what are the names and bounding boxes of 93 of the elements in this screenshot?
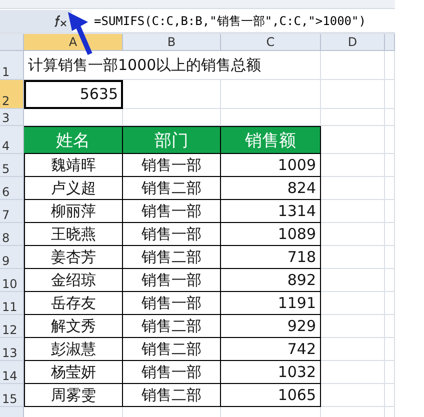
- table-cell: 销售一部: [123, 223, 221, 246]
- function-icon[interactable]: [54, 15, 68, 27]
- row-header[interactable]: 10: [0, 269, 24, 292]
- table-cell: 销售二部: [123, 338, 221, 361]
- table-cell: 卢义超: [24, 177, 123, 200]
- table-cell: 岳存友: [24, 292, 123, 315]
- table-cell: 销售一部: [123, 154, 221, 177]
- table-header-cell: 销售额: [221, 126, 321, 154]
- row-header[interactable]: 9: [0, 246, 24, 269]
- empty-cell[interactable]: [385, 109, 395, 126]
- row-header[interactable]: 12: [0, 315, 24, 338]
- table-cell: 销售一部: [123, 361, 221, 384]
- row-header[interactable]: 7: [0, 200, 24, 223]
- row-header[interactable]: 3: [0, 109, 24, 126]
- row-header[interactable]: 2: [0, 80, 24, 109]
- row-header[interactable]: 5: [0, 154, 24, 177]
- empty-cell[interactable]: [321, 200, 385, 223]
- column-header[interactable]: D: [321, 34, 385, 51]
- result-cell[interactable]: 5635: [24, 80, 123, 109]
- empty-cell[interactable]: [221, 80, 321, 109]
- table-cell: 742: [221, 338, 321, 361]
- table-cell: 1314: [221, 200, 321, 223]
- empty-cell[interactable]: [321, 177, 385, 200]
- empty-cell[interactable]: [321, 246, 385, 269]
- row-header[interactable]: 1: [0, 51, 24, 80]
- table-cell: 销售二部: [123, 177, 221, 200]
- table-cell: 解文秀: [24, 315, 123, 338]
- empty-cell[interactable]: [385, 126, 395, 154]
- empty-cell[interactable]: [321, 51, 385, 80]
- select-all-button[interactable]: [0, 34, 24, 51]
- column-header[interactable]: A: [24, 34, 123, 51]
- table-cell: 王晓燕: [24, 223, 123, 246]
- row-header[interactable]: 13: [0, 338, 24, 361]
- table-cell: 929: [221, 315, 321, 338]
- table-cell: 1009: [221, 154, 321, 177]
- empty-cell[interactable]: [385, 315, 395, 338]
- table-cell: 姜杏芳: [24, 246, 123, 269]
- table-cell: 销售二部: [123, 384, 221, 407]
- table-cell: 彭淑慧: [24, 338, 123, 361]
- empty-cell[interactable]: [321, 384, 385, 407]
- empty-cell[interactable]: [321, 361, 385, 384]
- row-header[interactable]: 4: [0, 126, 24, 154]
- table-cell: 1032: [221, 361, 321, 384]
- empty-cell[interactable]: [385, 269, 395, 292]
- empty-cell[interactable]: [321, 315, 385, 338]
- row-header[interactable]: 11: [0, 292, 24, 315]
- empty-cell[interactable]: [321, 154, 385, 177]
- table-cell: 金绍琼: [24, 269, 123, 292]
- empty-cell[interactable]: [385, 223, 395, 246]
- table-cell: 杨莹妍: [24, 361, 123, 384]
- empty-cell[interactable]: [123, 80, 221, 109]
- empty-cell[interactable]: [321, 269, 385, 292]
- empty-cell[interactable]: [321, 223, 385, 246]
- table-cell: 824: [221, 177, 321, 200]
- table-cell: 销售一部: [123, 292, 221, 315]
- arrow: [66, 11, 94, 55]
- name-box[interactable]: [0, 10, 72, 32]
- table-cell: 销售一部: [123, 200, 221, 223]
- row-header[interactable]: [0, 407, 24, 417]
- table-cell: 魏靖晖: [24, 154, 123, 177]
- empty-cell[interactable]: [385, 384, 395, 407]
- table-cell: 718: [221, 246, 321, 269]
- row-header[interactable]: 6: [0, 177, 24, 200]
- empty-cell[interactable]: [385, 80, 395, 109]
- table-cell: 柳丽萍: [24, 200, 123, 223]
- empty-cell[interactable]: [385, 200, 395, 223]
- empty-cell[interactable]: [385, 246, 395, 269]
- column-header[interactable]: B: [123, 34, 221, 51]
- empty-cell[interactable]: [385, 338, 395, 361]
- empty-cell[interactable]: [321, 80, 385, 109]
- cell-text: 计算销售一部1000以上的销售总额: [28, 56, 262, 74]
- table-cell: 周雾雯: [24, 384, 123, 407]
- empty-cell[interactable]: [385, 292, 395, 315]
- table-cell: 1089: [221, 223, 321, 246]
- column-header[interactable]: [385, 34, 395, 51]
- row-header[interactable]: 8: [0, 223, 24, 246]
- empty-cell[interactable]: [385, 177, 395, 200]
- row-header[interactable]: 14: [0, 361, 24, 384]
- empty-cell[interactable]: [385, 361, 395, 384]
- column-header[interactable]: C: [221, 34, 321, 51]
- row-header[interactable]: 15: [0, 384, 24, 407]
- table-cell: 892: [221, 269, 321, 292]
- table-header-cell: 部门: [123, 126, 221, 154]
- empty-cell[interactable]: [385, 154, 395, 177]
- table-cell: 1191: [221, 292, 321, 315]
- table-cell: 1065: [221, 384, 321, 407]
- table-header-cell: 姓名: [24, 126, 123, 154]
- empty-cell[interactable]: [321, 292, 385, 315]
- table-cell: 销售二部: [123, 315, 221, 338]
- table-cell: 销售二部: [123, 246, 221, 269]
- table-cell: 销售一部: [123, 269, 221, 292]
- empty-cell[interactable]: [321, 109, 385, 126]
- empty-cell[interactable]: [321, 338, 385, 361]
